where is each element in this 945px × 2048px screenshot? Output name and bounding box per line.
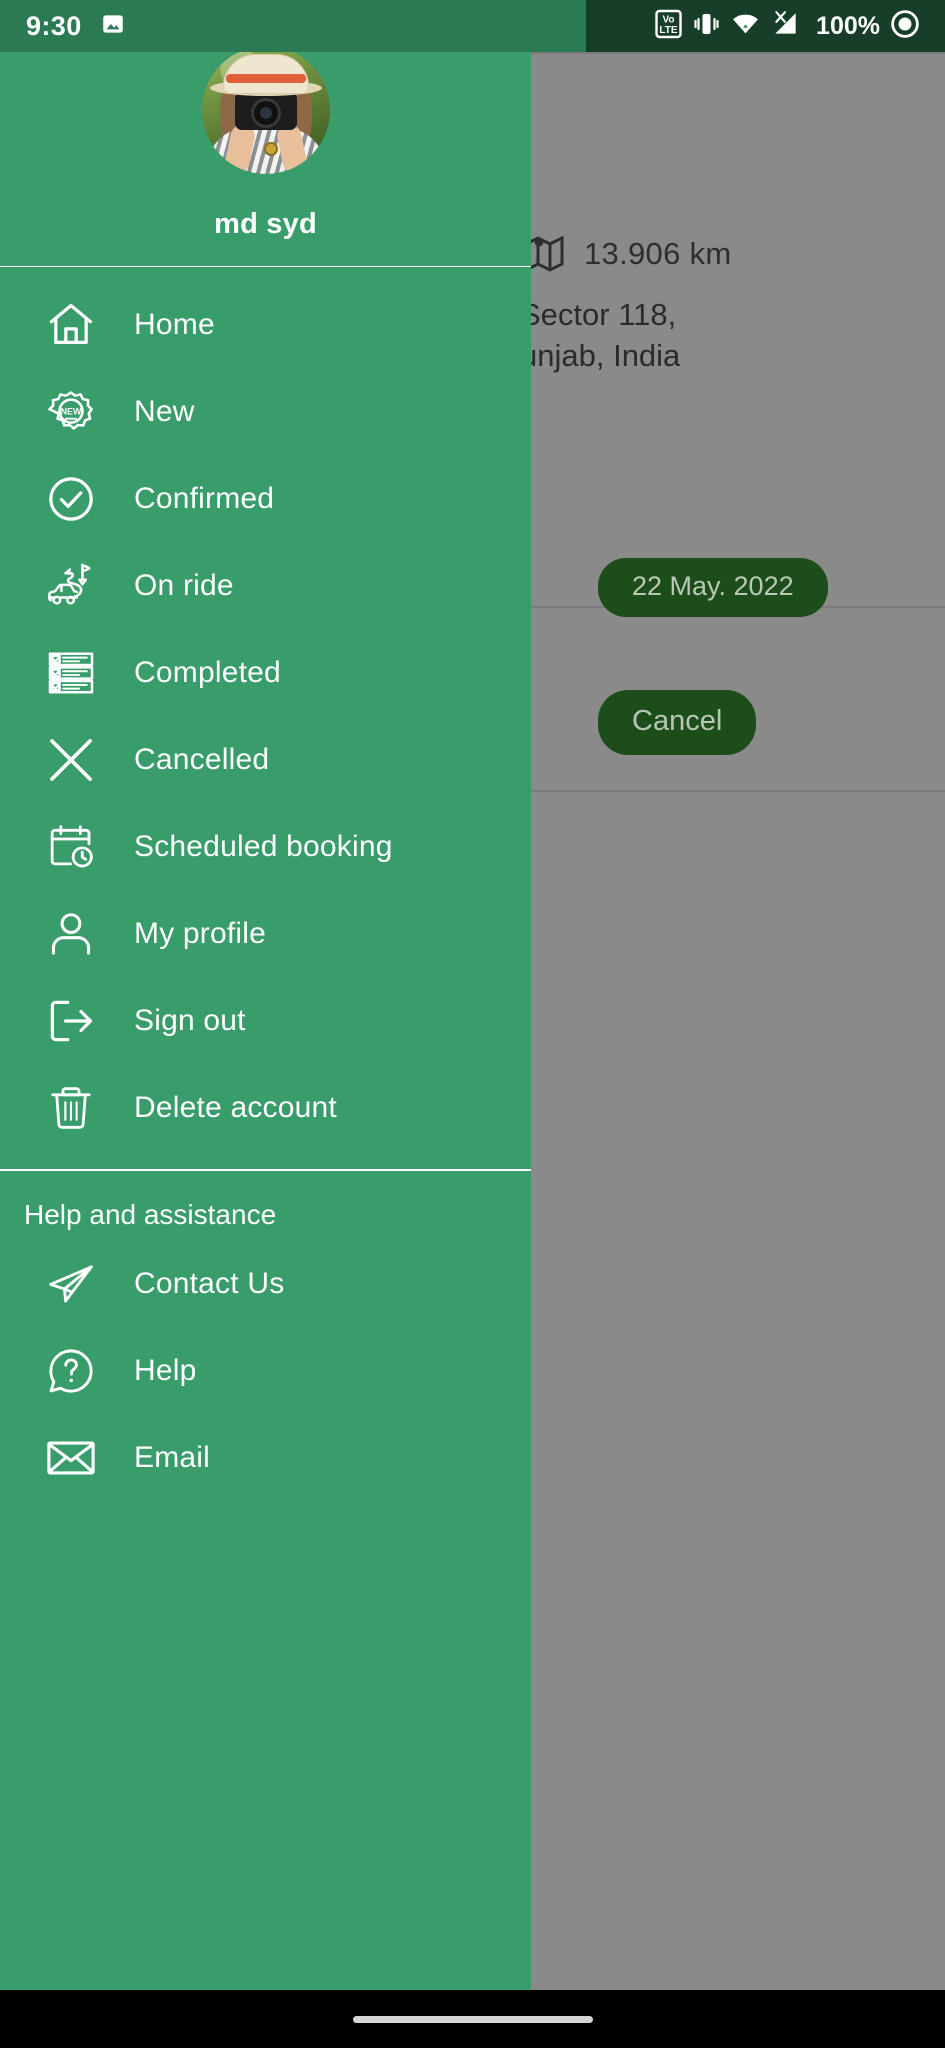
menu-item-label: Help <box>134 1354 197 1387</box>
sign-out-icon <box>42 992 100 1050</box>
menu-item-label: My profile <box>134 916 267 950</box>
home-gesture-pill[interactable] <box>352 2015 593 2023</box>
menu-item-on-ride[interactable]: On ride <box>0 542 531 629</box>
avatar[interactable] <box>201 46 330 174</box>
home-icon <box>42 296 100 354</box>
phone-screen: 13.906 km Sector 118, unjab, India 22 May… <box>0 0 945 2048</box>
check-circle-icon <box>42 470 100 528</box>
wifi-icon <box>731 11 760 42</box>
menu-item-label: Contact Us <box>134 1267 285 1300</box>
menu-item-my-profile[interactable]: My profile <box>0 890 531 977</box>
new-badge-icon: NEW <box>42 383 100 441</box>
status-bar: 9:30 Vo LTE 100% <box>0 0 945 52</box>
menu-item-confirmed[interactable]: Confirmed <box>0 455 531 542</box>
calendar-clock-icon <box>42 818 100 876</box>
status-bar-clock: 9:30 <box>26 10 82 41</box>
car-route-icon <box>42 557 100 615</box>
menu-item-home[interactable]: Home <box>0 281 531 368</box>
paper-plane-icon <box>42 1255 100 1313</box>
signal-no-service-icon <box>771 10 801 43</box>
menu-item-label: Email <box>134 1441 211 1474</box>
help-menu-list: Contact Us Help Email <box>0 1241 531 1502</box>
menu-item-label: New <box>134 394 195 428</box>
checklist-icon <box>42 644 100 702</box>
menu-item-new[interactable]: NEW New <box>0 368 531 455</box>
menu-item-label: On ride <box>134 568 234 602</box>
navigation-drawer: md syd Home NEW New Confirmed On ride Co… <box>0 0 531 1990</box>
menu-item-completed[interactable]: Completed <box>0 629 531 716</box>
menu-item-delete-account[interactable]: Delete account <box>0 1064 531 1151</box>
menu-item-label: Home <box>134 307 215 341</box>
trash-icon <box>42 1079 100 1137</box>
distance-value: 13.906 km <box>584 236 732 271</box>
menu-item-cancelled[interactable]: Cancelled <box>0 716 531 803</box>
avatar-photo <box>201 46 330 174</box>
menu-item-scheduled-booking[interactable]: Scheduled booking <box>0 803 531 890</box>
vibrate-icon <box>693 10 720 43</box>
cancel-button[interactable]: Cancel <box>598 690 757 755</box>
menu-item-contact-us[interactable]: Contact Us <box>0 1241 531 1328</box>
help-section-title: Help and assistance <box>24 1198 277 1230</box>
svg-text:LTE: LTE <box>659 25 677 36</box>
battery-percent: 100% <box>816 11 880 40</box>
volte-icon: Vo LTE <box>655 9 682 44</box>
menu-item-help[interactable]: Help <box>0 1328 531 1415</box>
image-icon <box>100 11 126 42</box>
profile-name: md syd <box>214 208 317 240</box>
menu-item-label: Scheduled booking <box>134 829 393 863</box>
envelope-icon <box>42 1429 100 1487</box>
menu-item-email[interactable]: Email <box>0 1415 531 1502</box>
question-bubble-icon <box>42 1342 100 1400</box>
date-badge: 22 May. 2022 <box>598 558 828 617</box>
svg-text:NEW: NEW <box>61 406 82 416</box>
menu-item-label: Confirmed <box>134 481 275 515</box>
record-icon <box>891 9 919 43</box>
menu-item-label: Completed <box>134 655 281 689</box>
menu-item-sign-out[interactable]: Sign out <box>0 977 531 1064</box>
person-icon <box>42 905 100 963</box>
menu-item-label: Cancelled <box>134 742 270 776</box>
menu-item-label: Delete account <box>134 1090 337 1124</box>
drawer-menu-list: Home NEW New Confirmed On ride Completed… <box>0 267 531 1151</box>
distance-row: 13.906 km <box>520 230 731 278</box>
address-text: Sector 118, unjab, India <box>520 297 681 373</box>
close-x-icon <box>42 731 100 789</box>
svg-text:Vo: Vo <box>663 14 675 25</box>
menu-item-label: Sign out <box>134 1003 246 1037</box>
system-navigation-bar <box>0 1990 945 2048</box>
